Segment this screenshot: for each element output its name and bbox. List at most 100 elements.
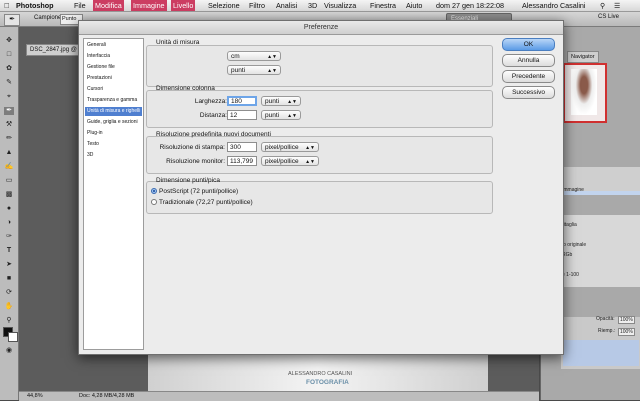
postscript-radio-label: PostScript (72 punti/pollice): [159, 188, 239, 195]
clone-stamp-tool-icon[interactable]: ▲: [4, 149, 14, 157]
category-3d[interactable]: 3D: [85, 151, 142, 160]
datetime[interactable]: dom 27 gen 18:22:08: [436, 1, 504, 10]
gradient-tool-icon[interactable]: ▩: [4, 191, 14, 199]
category-gestione-file[interactable]: Gestione file: [85, 63, 142, 72]
zoom-tool-icon[interactable]: ⚲: [4, 317, 14, 325]
dodge-tool-icon[interactable]: ◑: [4, 219, 14, 227]
gutter-input[interactable]: 12: [227, 110, 257, 120]
healing-brush-tool-icon[interactable]: ⚒: [4, 121, 14, 129]
3d-rotate-tool-icon[interactable]: ⟳: [4, 289, 14, 297]
path-selection-tool-icon[interactable]: ➤: [4, 261, 14, 269]
column-group-title: Dimensione colonna: [156, 85, 215, 92]
category-cursori[interactable]: Cursori: [85, 85, 142, 94]
menu-finestra[interactable]: Finestra: [370, 1, 396, 10]
gutter-label: Distanza:: [199, 112, 227, 119]
action-row-originale[interactable]: lo originale: [562, 242, 586, 248]
history-brush-tool-icon[interactable]: ✍: [4, 163, 14, 171]
previous-button[interactable]: Precedente: [502, 70, 555, 83]
thumbnail-photo: [571, 69, 597, 115]
cs-live-button[interactable]: CS Live: [598, 14, 619, 20]
gutter-unit-select[interactable]: punti ▲▼: [261, 110, 301, 120]
menubar:  Photoshop File Modifica Immagine Livel…: [0, 0, 640, 12]
opacity-label: Opacità:: [596, 316, 615, 322]
dialog-title: Preferenze: [79, 21, 563, 35]
history-row-immagine[interactable]: Immagine: [562, 187, 584, 193]
search-icon[interactable]: ⚲: [600, 1, 605, 10]
category-unita-misura[interactable]: Unità di misura e righelli: [85, 107, 142, 116]
sample-label: Campione:: [34, 15, 64, 21]
crop-tool-icon[interactable]: ⌖: [4, 93, 14, 101]
screen-resolution-input[interactable]: 113,799: [227, 156, 257, 166]
column-size-group: [146, 90, 493, 128]
blur-tool-icon[interactable]: ●: [4, 205, 14, 213]
type-select[interactable]: punti ▲▼: [227, 65, 281, 75]
screen-resolution-unit-select[interactable]: pixel/pollice ▲▼: [261, 156, 319, 166]
move-tool-icon[interactable]: ✥: [4, 37, 14, 45]
menu-livello[interactable]: Livello: [171, 0, 196, 11]
menu-app[interactable]: Photoshop: [16, 1, 54, 10]
menu-modifica[interactable]: Modifica: [93, 0, 124, 11]
lasso-tool-icon[interactable]: ✿: [4, 65, 14, 73]
ok-button[interactable]: OK: [502, 38, 555, 51]
category-generali[interactable]: Generali: [85, 41, 142, 50]
opacity-field[interactable]: 100%: [618, 316, 635, 324]
quick-mask-icon[interactable]: ◉: [4, 347, 14, 355]
menu-analisi[interactable]: Analisi: [276, 1, 297, 10]
cancel-button[interactable]: Annulla: [502, 54, 555, 67]
preferences-dialog: Preferenze Generali Interfaccia Gestione…: [78, 20, 564, 355]
menu-file[interactable]: File: [74, 1, 86, 10]
menu-aiuto[interactable]: Aiuto: [406, 1, 422, 10]
navigator-thumbnail[interactable]: [563, 63, 607, 123]
type-tool-icon[interactable]: T: [4, 247, 14, 255]
apple-icon[interactable]: : [4, 1, 9, 10]
updown-arrows-icon: ▲▼: [287, 113, 297, 119]
layer-row-selected[interactable]: [563, 340, 639, 366]
column-width-input[interactable]: 180: [227, 96, 257, 106]
next-button[interactable]: Successivo: [502, 86, 555, 99]
traditional-radio[interactable]: Tradizionale (72,27 punti/pollice): [151, 199, 253, 206]
menu-extra-icon[interactable]: ☰: [614, 1, 620, 10]
navigator-tab[interactable]: Navigator: [567, 51, 599, 63]
category-trasparenza[interactable]: Trasparenza e gamma: [85, 96, 142, 105]
fill-label: Riemp.:: [598, 328, 616, 334]
gutter-unit-value: punti: [265, 112, 280, 119]
column-width-unit-select[interactable]: punti ▲▼: [261, 96, 301, 106]
eyedropper-tool-icon[interactable]: ✒: [4, 107, 14, 115]
traditional-radio-label: Tradizionale (72,27 punti/pollice): [159, 199, 253, 206]
eraser-tool-icon[interactable]: ▭: [4, 177, 14, 185]
print-resolution-unit-select[interactable]: pixel/pollice ▲▼: [261, 142, 319, 152]
menu-immagine[interactable]: Immagine: [131, 0, 167, 11]
units-group: [146, 45, 493, 87]
category-testo[interactable]: Testo: [85, 140, 142, 149]
width-label: Larghezza:: [194, 98, 227, 105]
updown-arrows-icon: ▲▼: [305, 145, 315, 151]
updown-arrows-icon: ▲▼: [287, 99, 297, 105]
quick-select-tool-icon[interactable]: ✎: [4, 79, 14, 87]
background-color-swatch[interactable]: [8, 332, 18, 342]
pen-tool-icon[interactable]: ✑: [4, 233, 14, 241]
hand-tool-icon[interactable]: ✋: [4, 303, 14, 311]
watermark-logo: FOTOGRAFIA: [306, 379, 349, 386]
resolution-group: [146, 136, 493, 174]
fill-field[interactable]: 100%: [618, 328, 635, 336]
print-resolution-input[interactable]: 300: [227, 142, 257, 152]
rulers-select[interactable]: cm ▲▼: [227, 51, 281, 61]
marquee-tool-icon[interactable]: □: [4, 51, 14, 59]
category-guide[interactable]: Guide, griglia e sezioni: [85, 118, 142, 127]
category-prestazioni[interactable]: Prestazioni: [85, 74, 142, 83]
shape-tool-icon[interactable]: ■: [4, 275, 14, 283]
brush-tool-icon[interactable]: ✏: [4, 135, 14, 143]
menu-3d[interactable]: 3D: [308, 1, 317, 10]
action-row-ritaglia[interactable]: ritaglia: [562, 222, 577, 228]
action-row-100[interactable]: e 1-100: [562, 272, 579, 278]
point-pica-group: [146, 181, 493, 214]
category-list[interactable]: Generali Interfaccia Gestione file Prest…: [83, 38, 144, 350]
user-name[interactable]: Alessandro Casalini: [522, 1, 586, 10]
menu-visualizza[interactable]: Visualizza: [324, 1, 356, 10]
postscript-radio[interactable]: PostScript (72 punti/pollice): [151, 188, 238, 195]
eyedropper-preset-icon[interactable]: ✒: [4, 14, 20, 26]
category-plugin[interactable]: Plug-in: [85, 129, 142, 138]
menu-selezione[interactable]: Selezione: [208, 1, 240, 10]
menu-filtro[interactable]: Filtro: [249, 1, 265, 10]
category-interfaccia[interactable]: Interfaccia: [85, 52, 142, 61]
